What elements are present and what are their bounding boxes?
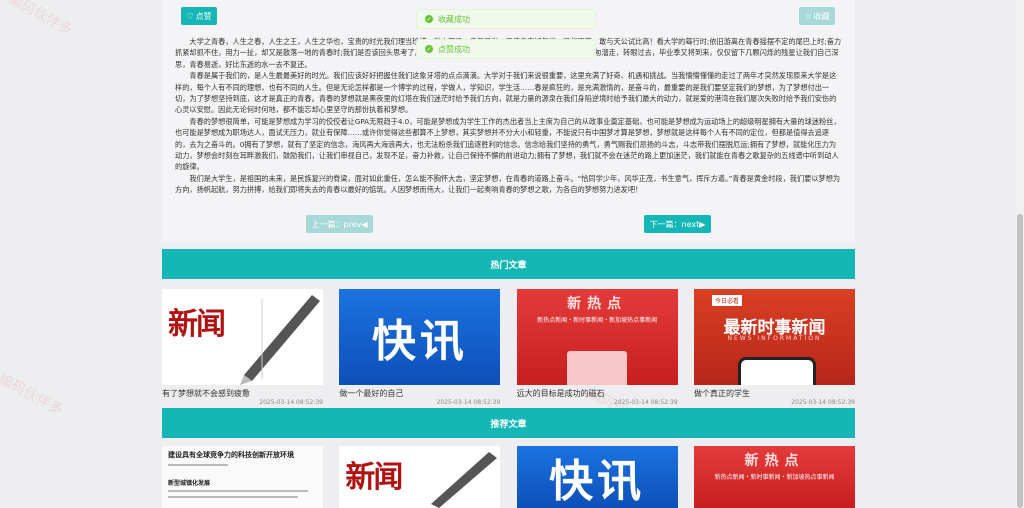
card-title[interactable]: 做一个最好的自己 [339,388,500,399]
thumb-line [168,464,228,466]
recommended-articles-header: 推荐文章 [162,408,855,438]
hot-article-card[interactable]: 快讯 做一个最好的自己 2025-03-14 08:52:39 [339,289,501,406]
recommended-article-card[interactable]: 新热点 新热点新闻・新时事新闻・新加坡热点事新闻 [693,446,855,508]
thumb-subtext: NEWS INFORMATION [727,335,822,342]
toast-like-success: ✓ 点赞成功 [416,39,596,59]
thumb-subtext: 新热点新闻・新时事新闻・新加坡热点事新闻 [714,474,835,481]
card-date: 2025-03-14 08:52:39 [436,399,501,406]
watermark: 编码伙伴多 [0,371,66,419]
hot-articles-list: 新闻 有了梦想就不会感到疲惫 2025-03-14 08:52:39 快讯 做一… [162,289,855,406]
thumb-line [168,490,308,492]
toast-message: 收藏成功 [438,14,470,24]
recommended-article-card[interactable]: 建设具有全球竞争力的科技创新开放环境 新型城镇化发展 [162,446,323,508]
article-thumbnail[interactable]: 新热点 新热点新闻・新时事新闻・新加坡热点事新闻 [693,446,855,508]
article-thumbnail[interactable]: 新热点 新热点新闻・新时事新闻・新加坡热点事新闻 [516,289,678,385]
article-thumbnail[interactable]: 今日必看 最新时事新闻 NEWS INFORMATION [693,289,855,385]
like-button[interactable]: ♡ 点赞 [181,7,217,25]
thumb-text: 建设具有全球竞争力的科技创新开放环境 [168,451,294,459]
hot-article-card[interactable]: 新热点 新热点新闻・新时事新闻・新加坡热点事新闻 远大的目标是成功的磁石 202… [516,289,678,406]
article-thumbnail[interactable]: 建设具有全球竞争力的科技创新开放环境 新型城镇化发展 [162,446,323,508]
hot-article-card[interactable]: 今日必看 最新时事新闻 NEWS INFORMATION 做个真正的学生 202… [693,289,855,406]
prev-article-button[interactable]: 上一篇：prev◀ [306,215,373,233]
favorite-label: 收藏 [813,11,830,21]
toast-favorite-success: ✓ 收藏成功 [416,9,596,29]
phone-illustration [737,357,816,385]
main-column: ♡ 点赞 ☆ 收藏 ✓ 收藏成功 ✓ 点赞成功 大学之青春，人生之春，人生之王，… [162,0,855,508]
thumb-line [168,496,298,498]
card-date: 2025-03-14 08:52:39 [791,399,855,406]
page-scrollbar[interactable] [1016,0,1024,508]
thumb-tag: 今日必看 [711,295,742,306]
article-paragraph: 我们是大学生，是祖国的未来，是民族复兴的脊梁，面对如此重任，怎么能不胸怀大志，坚… [175,173,841,195]
article-thumbnail[interactable]: 快讯 [339,289,501,385]
watermark: 编码伙伴多 [5,0,76,39]
card-title[interactable]: 远大的目标是成功的磁石 [517,388,678,399]
article-paragraph: 青春是属于我们的，是人生最最美好的时光。我们应该好好把握住我们这象牙塔的点点滴滴… [175,71,837,115]
like-label: 点赞 [195,11,212,21]
card-date: 2025-03-14 08:52:39 [259,399,323,406]
article-thumbnail[interactable]: 新闻 [162,289,323,385]
recommended-article-card[interactable]: 快讯 [516,446,678,508]
pen-illustration [240,295,320,385]
scrollbar-thumb[interactable] [1017,214,1023,508]
thumb-subtext: 新热点新闻・新时事新闻・新加坡热点事新闻 [537,317,658,324]
card-date: 2025-03-14 08:52:39 [613,399,678,406]
article-content: 大学之青春，人生之春，人生之王，人生之华也，宝贵的时光我们理当珍惜，鲜衣怒马，意… [175,36,842,196]
thumb-subtext: 新型城镇化发展 [168,480,211,487]
article-panel: ♡ 点赞 ☆ 收藏 ✓ 收藏成功 ✓ 点赞成功 大学之青春，人生之春，人生之王，… [162,0,855,242]
card-title[interactable]: 有了梦想就不会感到疲惫 [162,388,323,399]
recommended-articles-list: 建设具有全球竞争力的科技创新开放环境 新型城镇化发展 新闻 快讯 新热点 新热点… [162,446,855,508]
building-illustration [567,351,628,385]
check-icon: ✓ [425,45,433,53]
heart-icon: ♡ [186,11,194,21]
thumb-text: 新热点 [567,296,628,312]
check-icon: ✓ [425,15,433,23]
pen-illustration [431,452,498,508]
recommended-article-card[interactable]: 新闻 [339,446,501,508]
card-title[interactable]: 做个真正的学生 [694,388,855,399]
article-thumbnail[interactable]: 快讯 [516,446,678,508]
toast-message: 点赞成功 [438,44,470,54]
hot-article-card[interactable]: 新闻 有了梦想就不会感到疲惫 2025-03-14 08:52:39 [162,289,323,406]
thumb-text: 新热点 [744,453,805,469]
article-paragraph: 青春的梦想很简单，可能是梦想成为学习的佼佼者让GPA无限趋于4.0，可能是梦想成… [175,116,841,172]
favorite-button[interactable]: ☆ 收藏 [799,7,835,25]
next-article-button[interactable]: 下一篇：next▶ [644,215,711,233]
hot-articles-header: 热门文章 [162,249,855,279]
star-icon: ☆ [804,11,812,21]
article-thumbnail[interactable]: 新闻 [339,446,501,508]
